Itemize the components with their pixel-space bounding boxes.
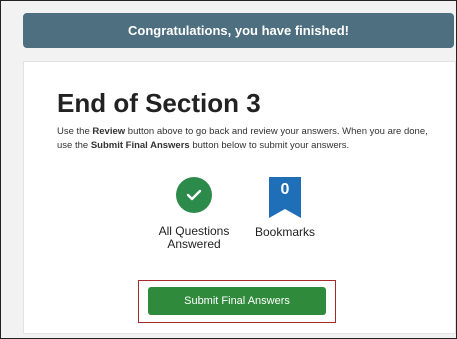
instructions-submit-word: Submit Final Answers xyxy=(90,140,190,151)
page-frame: Congratulations, you have finished! End … xyxy=(0,0,457,339)
instructions-text-1: Use the xyxy=(57,126,93,137)
bookmarks-stat: 0 Bookmarks xyxy=(249,177,321,239)
submit-highlight-box: Submit Final Answers xyxy=(138,280,336,323)
section-instructions: Use the Review button above to go back a… xyxy=(57,125,437,153)
submit-final-answers-button[interactable]: Submit Final Answers xyxy=(148,287,326,315)
all-answered-stat: All Questions Answered xyxy=(154,177,234,251)
bookmark-icon: 0 xyxy=(269,177,301,218)
bookmarks-label: Bookmarks xyxy=(254,225,316,239)
completion-banner: Congratulations, you have finished! xyxy=(23,13,454,48)
banner-text: Congratulations, you have finished! xyxy=(127,23,350,38)
answered-label: All Questions Answered xyxy=(158,224,230,251)
section-title: End of Section 3 xyxy=(57,88,261,118)
instructions-review-word: Review xyxy=(92,126,126,137)
bookmarks-count: 0 xyxy=(280,181,290,198)
check-icon xyxy=(176,177,212,213)
instructions-text-3: button below to submit your answers. xyxy=(189,140,350,151)
section-summary-card: End of Section 3 Use the Review button a… xyxy=(23,61,456,334)
